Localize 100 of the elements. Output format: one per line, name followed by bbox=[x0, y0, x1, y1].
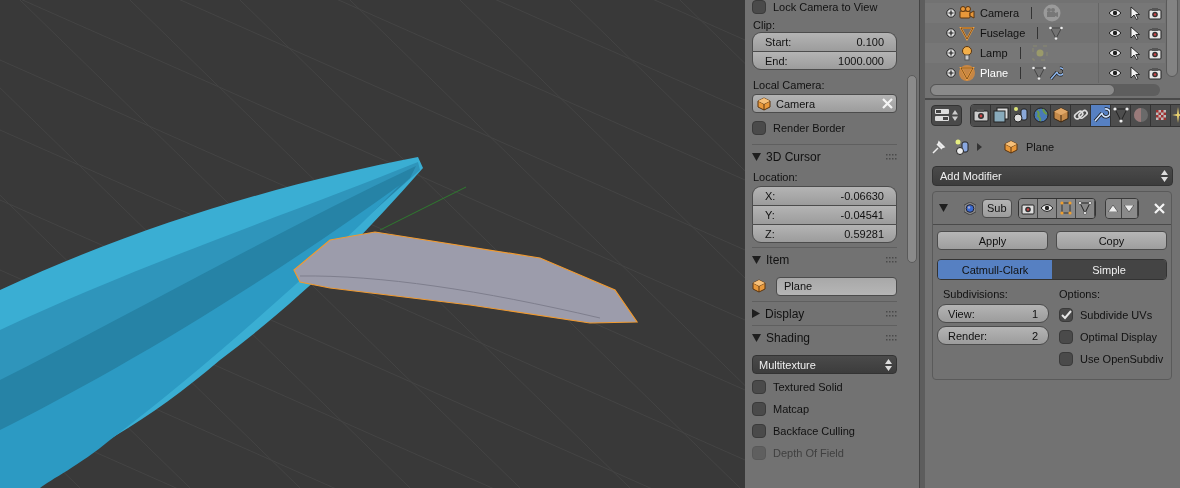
copy-button[interactable]: Copy bbox=[1056, 231, 1167, 250]
number-field[interactable]: X: -0.06630 bbox=[752, 186, 897, 205]
checkbox[interactable] bbox=[1059, 308, 1073, 322]
edit-mode-toggle[interactable] bbox=[1056, 198, 1076, 218]
down-triangle-icon bbox=[1124, 204, 1135, 212]
pin-icon[interactable] bbox=[931, 139, 947, 155]
close-icon[interactable] bbox=[1154, 202, 1165, 214]
cursor-arrow-icon[interactable] bbox=[1130, 46, 1140, 60]
number-field[interactable]: End: 1000.000 bbox=[752, 51, 897, 70]
wrench-icon bbox=[1091, 106, 1110, 124]
number-field[interactable]: Render: 2 bbox=[937, 326, 1049, 345]
eye-icon bbox=[1039, 203, 1054, 213]
modifier-name-field[interactable]: Sub bbox=[982, 198, 1012, 218]
modifiers-tab[interactable] bbox=[1091, 104, 1111, 126]
mesh-data-icon[interactable] bbox=[1032, 66, 1047, 80]
name-field[interactable]: Plane bbox=[776, 276, 897, 296]
world-tab[interactable] bbox=[1031, 104, 1051, 126]
breadcrumb-object-name[interactable]: Plane bbox=[1026, 141, 1055, 153]
cube-icon bbox=[1004, 140, 1018, 154]
panel-header[interactable]: 3D Cursor bbox=[752, 144, 897, 168]
constraints-tab[interactable] bbox=[1071, 104, 1091, 126]
panel-header[interactable]: Shading bbox=[752, 325, 897, 349]
expand-icon[interactable] bbox=[946, 28, 956, 38]
camera-field[interactable]: Camera bbox=[752, 94, 897, 113]
disclosure-triangle-icon bbox=[752, 152, 761, 161]
camera-icon bbox=[971, 106, 990, 124]
expand-icon[interactable] bbox=[946, 68, 956, 78]
subdivision-type-option[interactable]: Simple bbox=[1052, 260, 1166, 279]
grip-icon bbox=[886, 310, 897, 317]
3d-viewport[interactable] bbox=[0, 0, 745, 488]
checkbox-label: Optimal Display bbox=[1080, 331, 1158, 343]
checkbox[interactable] bbox=[752, 380, 766, 394]
horizontal-scrollbar[interactable] bbox=[930, 84, 1160, 96]
updown-arrows-icon bbox=[952, 109, 958, 121]
collapse-triangle-icon bbox=[939, 204, 948, 212]
camera-icon[interactable] bbox=[959, 5, 975, 21]
render-camera-icon[interactable] bbox=[1148, 46, 1162, 60]
object-name[interactable]: Camera bbox=[980, 7, 1020, 19]
render-camera-icon[interactable] bbox=[1148, 66, 1162, 80]
render-tab[interactable] bbox=[971, 104, 991, 126]
panel-header[interactable]: Item bbox=[752, 247, 897, 271]
move-up-button[interactable] bbox=[1105, 198, 1122, 218]
scrollbar-thumb[interactable] bbox=[907, 75, 917, 263]
eye-icon[interactable] bbox=[1108, 68, 1122, 78]
object-tab[interactable] bbox=[1051, 104, 1071, 126]
apply-button[interactable]: Apply bbox=[937, 231, 1048, 250]
scrollbar-thumb[interactable] bbox=[1166, 0, 1178, 77]
render-layers-tab[interactable] bbox=[991, 104, 1011, 126]
grip-icon bbox=[886, 334, 897, 341]
checkbox[interactable] bbox=[752, 121, 766, 135]
wrench-icon[interactable] bbox=[1049, 65, 1064, 81]
number-field[interactable]: Y: -0.04541 bbox=[752, 205, 897, 224]
render-camera-icon[interactable] bbox=[1148, 6, 1162, 20]
number-field[interactable]: Start: 0.100 bbox=[752, 32, 897, 51]
add-modifier-dropdown[interactable]: Add Modifier bbox=[932, 166, 1173, 186]
subdivision-type-option[interactable]: Catmull-Clark bbox=[938, 260, 1052, 279]
grip-icon bbox=[886, 153, 897, 160]
checkbox[interactable] bbox=[752, 402, 766, 416]
checkbox-label: Matcap bbox=[773, 403, 810, 415]
scene-tab[interactable] bbox=[1011, 104, 1031, 126]
cage-toggle[interactable] bbox=[1075, 198, 1095, 218]
checkbox[interactable] bbox=[1059, 352, 1073, 366]
render-camera-icon[interactable] bbox=[1148, 26, 1162, 40]
number-field[interactable]: View: 1 bbox=[937, 304, 1049, 323]
checkbox[interactable] bbox=[1059, 330, 1073, 344]
expand-icon[interactable] bbox=[946, 8, 956, 18]
mesh-data-icon[interactable] bbox=[1049, 26, 1064, 40]
eye-icon[interactable] bbox=[1108, 28, 1122, 38]
object-name[interactable]: Fuselage bbox=[980, 27, 1026, 39]
cursor-arrow-icon[interactable] bbox=[1130, 6, 1140, 20]
updown-arrows-icon bbox=[885, 358, 892, 371]
checkbox[interactable] bbox=[752, 424, 766, 438]
object-data-icon bbox=[955, 139, 969, 155]
panel-header[interactable]: Display bbox=[752, 301, 897, 325]
eye-icon[interactable] bbox=[1108, 48, 1122, 58]
checkbox[interactable] bbox=[752, 0, 766, 14]
data-tab[interactable] bbox=[1111, 104, 1131, 126]
sphere-cylinder-icon bbox=[1011, 106, 1030, 124]
breadcrumb-arrow-icon bbox=[977, 143, 982, 151]
disclosure-triangle-icon bbox=[752, 255, 761, 264]
expand-icon[interactable] bbox=[946, 48, 956, 58]
number-field[interactable]: Z: 0.59281 bbox=[752, 224, 897, 243]
camera-icon bbox=[1020, 201, 1035, 215]
light-bulb-icon[interactable] bbox=[959, 45, 975, 61]
eye-icon[interactable] bbox=[1108, 8, 1122, 18]
cursor-arrow-icon[interactable] bbox=[1130, 26, 1140, 40]
editor-type-icon bbox=[935, 109, 949, 121]
cube-icon bbox=[1051, 106, 1070, 124]
object-name[interactable]: Plane bbox=[980, 67, 1009, 79]
cursor-arrow-icon[interactable] bbox=[1130, 66, 1140, 80]
checkbox-label: Lock Camera to View bbox=[773, 1, 878, 13]
triangle-vertices-icon bbox=[1077, 201, 1092, 215]
texture-tab[interactable] bbox=[1151, 104, 1171, 126]
object-name[interactable]: Lamp bbox=[980, 47, 1008, 59]
checkbox-label: Subdivide UVs bbox=[1080, 309, 1153, 321]
cube-icon bbox=[752, 279, 766, 293]
editor-type-button[interactable] bbox=[931, 104, 962, 126]
render-toggle[interactable] bbox=[1018, 198, 1038, 218]
shading-dropdown[interactable]: Multitexture bbox=[752, 355, 897, 374]
viewport-toggle[interactable] bbox=[1037, 198, 1057, 218]
